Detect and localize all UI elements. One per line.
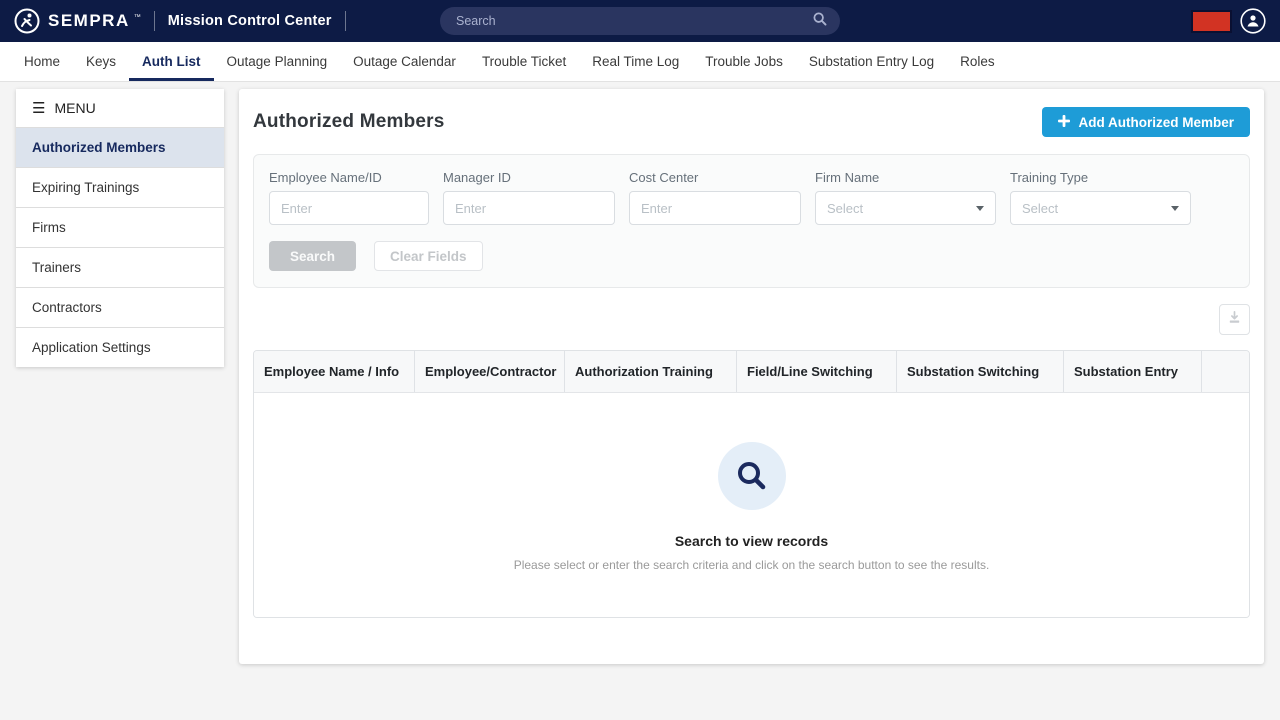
field-firm-name: Firm Name Select bbox=[815, 170, 996, 225]
add-button-label: Add Authorized Member bbox=[1078, 115, 1234, 130]
field-manager-id: Manager ID bbox=[443, 170, 615, 225]
field-label: Manager ID bbox=[443, 170, 615, 185]
sidebar-menu-label: MENU bbox=[54, 100, 95, 116]
field-label: Firm Name bbox=[815, 170, 996, 185]
select-placeholder: Select bbox=[1022, 201, 1058, 216]
add-authorized-member-button[interactable]: Add Authorized Member bbox=[1042, 107, 1250, 137]
app-title: Mission Control Center bbox=[168, 13, 332, 29]
divider bbox=[154, 11, 155, 31]
sidebar-menu-header[interactable]: ☰ MENU bbox=[16, 89, 224, 127]
search-icon[interactable] bbox=[812, 11, 828, 32]
tab-auth-list[interactable]: Auth List bbox=[129, 42, 214, 81]
tab-real-time-log[interactable]: Real Time Log bbox=[579, 42, 692, 81]
divider bbox=[345, 11, 346, 31]
brand-trademark: ™ bbox=[134, 14, 141, 21]
select-placeholder: Select bbox=[827, 201, 863, 216]
table-empty-state: Search to view records Please select or … bbox=[254, 393, 1249, 617]
download-icon bbox=[1227, 310, 1242, 330]
tab-home[interactable]: Home bbox=[11, 42, 73, 81]
main-panel: Authorized Members Add Authorized Member… bbox=[239, 89, 1264, 664]
global-search-input[interactable] bbox=[456, 14, 812, 28]
download-export-button[interactable] bbox=[1219, 304, 1250, 335]
content-area: ☰ MENU Authorized Members Expiring Train… bbox=[0, 82, 1280, 684]
flag-icon[interactable] bbox=[1193, 12, 1230, 31]
authorized-members-table: Employee Name / Info Employee/Contractor… bbox=[253, 350, 1250, 618]
hamburger-menu-icon[interactable]: ☰ bbox=[32, 101, 45, 116]
global-search[interactable] bbox=[440, 7, 840, 35]
tab-substation-entry-log[interactable]: Substation Entry Log bbox=[796, 42, 947, 81]
tab-roles[interactable]: Roles bbox=[947, 42, 1008, 81]
primary-tabbar: Home Keys Auth List Outage Planning Outa… bbox=[0, 42, 1280, 82]
sidebar-item-firms[interactable]: Firms bbox=[16, 207, 224, 247]
field-cost-center: Cost Center bbox=[629, 170, 801, 225]
column-header-employee-name-info[interactable]: Employee Name / Info bbox=[254, 351, 415, 392]
sempra-logo-icon bbox=[14, 8, 40, 34]
sidebar-item-authorized-members[interactable]: Authorized Members bbox=[16, 127, 224, 167]
empty-state-subtitle: Please select or enter the search criter… bbox=[514, 558, 990, 572]
column-header-field-line-switching[interactable]: Field/Line Switching bbox=[737, 351, 897, 392]
field-label: Employee Name/ID bbox=[269, 170, 429, 185]
field-label: Cost Center bbox=[629, 170, 801, 185]
column-header-authorization-training[interactable]: Authorization Training bbox=[565, 351, 737, 392]
empty-state-title: Search to view records bbox=[675, 533, 828, 549]
tab-outage-planning[interactable]: Outage Planning bbox=[214, 42, 341, 81]
field-employee-name-id: Employee Name/ID bbox=[269, 170, 429, 225]
search-button[interactable]: Search bbox=[269, 241, 356, 271]
empty-state-search-icon bbox=[718, 442, 786, 510]
column-header-actions-empty bbox=[1202, 351, 1249, 392]
cost-center-input[interactable] bbox=[629, 191, 801, 225]
column-header-employee-contractor[interactable]: Employee/Contractor bbox=[415, 351, 565, 392]
chevron-down-icon bbox=[1171, 206, 1179, 211]
column-header-substation-entry[interactable]: Substation Entry bbox=[1064, 351, 1202, 392]
sidebar-item-trainers[interactable]: Trainers bbox=[16, 247, 224, 287]
chevron-down-icon bbox=[976, 206, 984, 211]
search-filter-panel: Employee Name/ID Manager ID Cost Center … bbox=[253, 154, 1250, 288]
sidebar: ☰ MENU Authorized Members Expiring Train… bbox=[16, 89, 224, 367]
field-training-type: Training Type Select bbox=[1010, 170, 1191, 225]
sidebar-item-application-settings[interactable]: Application Settings bbox=[16, 327, 224, 367]
field-label: Training Type bbox=[1010, 170, 1191, 185]
plus-icon bbox=[1058, 115, 1070, 130]
table-header-row: Employee Name / Info Employee/Contractor… bbox=[254, 351, 1249, 393]
page-title: Authorized Members bbox=[253, 111, 445, 133]
user-avatar-icon[interactable] bbox=[1240, 8, 1266, 34]
manager-id-input[interactable] bbox=[443, 191, 615, 225]
sidebar-item-contractors[interactable]: Contractors bbox=[16, 287, 224, 327]
training-type-select[interactable]: Select bbox=[1010, 191, 1191, 225]
top-navbar: SEMPRA ™ Mission Control Center bbox=[0, 0, 1280, 42]
tab-trouble-jobs[interactable]: Trouble Jobs bbox=[692, 42, 796, 81]
tab-outage-calendar[interactable]: Outage Calendar bbox=[340, 42, 469, 81]
tab-keys[interactable]: Keys bbox=[73, 42, 129, 81]
firm-name-select[interactable]: Select bbox=[815, 191, 996, 225]
sidebar-item-expiring-trainings[interactable]: Expiring Trainings bbox=[16, 167, 224, 207]
tab-trouble-ticket[interactable]: Trouble Ticket bbox=[469, 42, 579, 81]
clear-fields-button[interactable]: Clear Fields bbox=[374, 241, 483, 271]
column-header-substation-switching[interactable]: Substation Switching bbox=[897, 351, 1064, 392]
brand-name: SEMPRA bbox=[48, 11, 130, 31]
brand: SEMPRA ™ bbox=[14, 8, 141, 34]
employee-name-id-input[interactable] bbox=[269, 191, 429, 225]
